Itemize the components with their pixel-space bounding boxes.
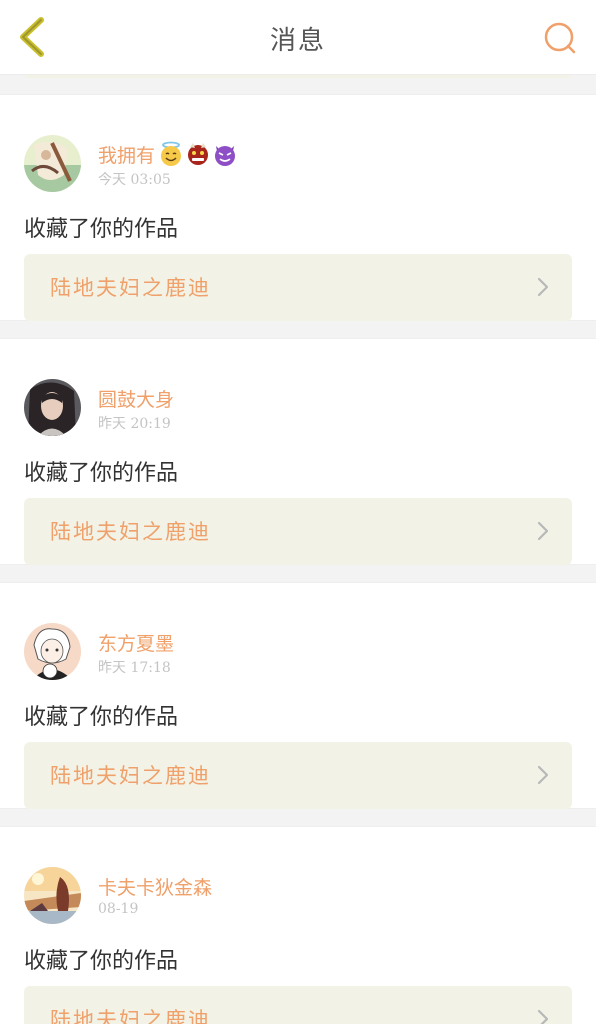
chevron-right-icon [537,521,549,541]
messages-page: 消息 我拥有 今天 03:05 收藏了你的作品 陆地夫妇之鹿迪 圆鼓大身 昨天 … [0,0,596,1024]
avatar[interactable] [24,867,81,924]
username-text: 卡夫卡狄金森 [98,876,213,899]
username[interactable]: 圆鼓大身 [98,384,174,412]
smiling-face-with-halo-icon [161,141,182,166]
timestamp: 昨天 17:18 [98,660,171,676]
message-list: 我拥有 今天 03:05 收藏了你的作品 陆地夫妇之鹿迪 圆鼓大身 昨天 20:… [0,94,596,1024]
search-icon [544,22,576,54]
work-link[interactable]: 陆地夫妇之鹿迪 [24,498,572,565]
work-link[interactable]: 陆地夫妇之鹿迪 [24,742,572,809]
action-text: 收藏了你的作品 [24,217,179,242]
username[interactable]: 东方夏墨 [98,628,174,656]
action-text: 收藏了你的作品 [24,705,179,730]
page-title: 消息 [269,26,326,56]
emoji-group [157,141,238,167]
message-card[interactable]: 我拥有 今天 03:05 收藏了你的作品 陆地夫妇之鹿迪 [0,94,596,321]
message-card[interactable]: 卡夫卡狄金森 08-19 收藏了你的作品 陆地夫妇之鹿迪 [0,826,596,1024]
action-text: 收藏了你的作品 [24,949,179,974]
username-text: 我拥有 [98,144,156,167]
message-card[interactable]: 圆鼓大身 昨天 20:19 收藏了你的作品 陆地夫妇之鹿迪 [0,338,596,565]
work-title: 陆地夫妇之鹿迪 [50,1008,211,1024]
work-title: 陆地夫妇之鹿迪 [50,764,211,788]
smiling-imp-icon [215,146,236,166]
username[interactable]: 我拥有 [98,140,238,168]
chevron-right-icon [537,1009,549,1024]
avatar[interactable] [24,135,81,192]
avatar[interactable] [24,379,81,436]
header-bar: 消息 [0,0,596,75]
message-card[interactable]: 东方夏墨 昨天 17:18 收藏了你的作品 陆地夫妇之鹿迪 [0,582,596,809]
timestamp: 昨天 20:19 [98,416,171,432]
timestamp: 今天 03:05 [98,172,171,188]
work-title: 陆地夫妇之鹿迪 [50,276,211,300]
chevron-right-icon [537,765,549,785]
timestamp: 08-19 [98,901,139,917]
work-title: 陆地夫妇之鹿迪 [50,520,211,544]
search-button[interactable] [540,18,580,58]
username-text: 东方夏墨 [98,632,175,655]
username-text: 圆鼓大身 [98,388,175,411]
ogre-face-icon [188,143,209,165]
action-text: 收藏了你的作品 [24,461,179,486]
avatar[interactable] [24,623,81,680]
username[interactable]: 卡夫卡狄金森 [98,872,212,900]
chevron-right-icon [537,277,549,297]
work-link[interactable]: 陆地夫妇之鹿迪 [24,986,572,1024]
work-link[interactable]: 陆地夫妇之鹿迪 [24,254,572,321]
